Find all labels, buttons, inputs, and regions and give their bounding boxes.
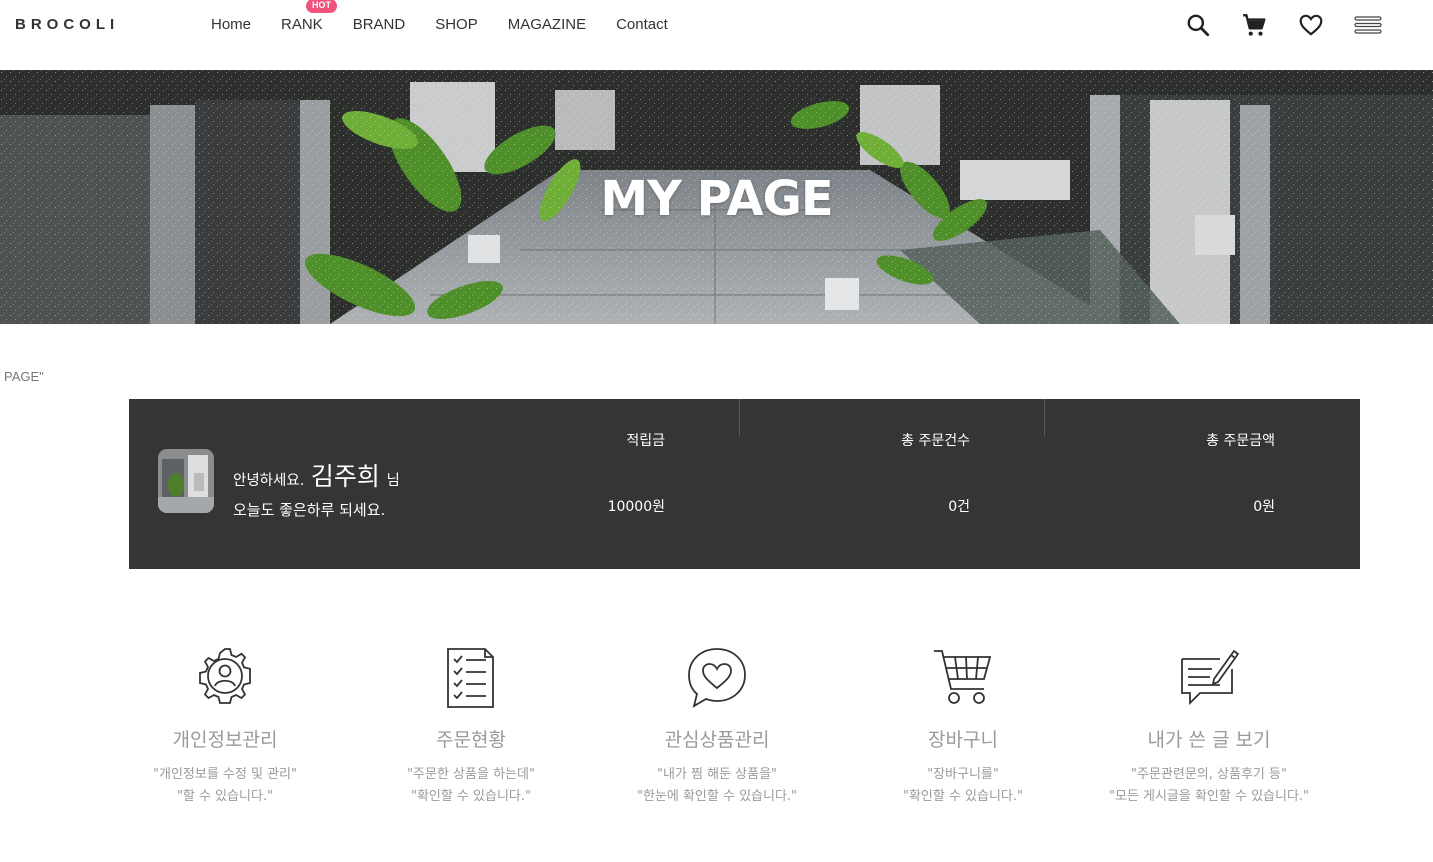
nav-home[interactable]: Home — [211, 16, 251, 33]
menu-cart[interactable]: 장바구니 "장바구니를" "확인할 수 있습니다." — [838, 645, 1088, 808]
nav-magazine[interactable]: MAGAZINE — [508, 16, 586, 33]
nav-brand-label[interactable]: BRAND — [353, 16, 406, 33]
order-amount-value: 0원 — [1253, 499, 1275, 515]
stat-divider — [739, 399, 740, 436]
member-summary: 안녕하세요. 김주희 님 오늘도 좋은하루 되세요. 적립금 10000원 총 … — [129, 399, 1360, 569]
greeting: 안녕하세요. 김주희 님 — [233, 457, 400, 493]
menu-desc-line2: "한눈에 확인할 수 있습니다." — [636, 789, 798, 804]
nav-brand[interactable]: BRAND — [353, 16, 406, 33]
menu-title[interactable]: 개인정보관리 — [100, 725, 350, 752]
menu-desc-line2: "확인할 수 있습니다." — [902, 789, 1024, 804]
site-logo[interactable]: BROCOLI — [15, 16, 119, 33]
avatar — [158, 449, 214, 513]
main-nav: Home HOT RANK BRAND SHOP MAGAZINE Contac… — [211, 0, 668, 33]
search-icon[interactable] — [1185, 12, 1211, 38]
hero-title: MY PAGE — [600, 171, 833, 227]
nav-contact-label[interactable]: Contact — [616, 16, 668, 33]
points-label: 적립금 — [626, 433, 665, 449]
menu-desc-line2: "할 수 있습니다." — [176, 789, 274, 804]
menu-desc-line1: "주문한 상품을 하는데" — [407, 767, 535, 782]
nav-magazine-label[interactable]: MAGAZINE — [508, 16, 586, 33]
greeting-prefix: 안녕하세요. — [233, 473, 305, 489]
menu-desc-line1: "내가 찜 해둔 상품을" — [656, 767, 778, 782]
breadcrumb: Y PAGE" — [0, 369, 44, 384]
menu-profile[interactable]: 개인정보관리 "개인정보를 수정 및 관리" "할 수 있습니다." — [100, 645, 350, 808]
menu-desc: "개인정보를 수정 및 관리" "할 수 있습니다." — [100, 764, 350, 808]
menu-orders[interactable]: 주문현황 "주문한 상품을 하는데" "확인할 수 있습니다." — [346, 645, 596, 808]
points-value: 10000원 — [607, 499, 665, 515]
menu-title[interactable]: 관심상품관리 — [592, 725, 842, 752]
menu-title[interactable]: 장바구니 — [838, 725, 1088, 752]
cart-icon[interactable] — [1241, 12, 1267, 38]
heart-chat-icon[interactable] — [684, 645, 750, 711]
greeting-suffix: 님 — [386, 473, 400, 489]
shopping-cart-icon[interactable] — [930, 645, 996, 711]
menu-title[interactable]: 내가 쓴 글 보기 — [1084, 725, 1334, 752]
nav-contact[interactable]: Contact — [616, 16, 668, 33]
menu-desc-line1: "개인정보를 수정 및 관리" — [153, 767, 297, 782]
menu-desc-line1: "주문관련문의, 상품후기 등" — [1131, 767, 1287, 782]
order-checklist-icon[interactable] — [438, 645, 504, 711]
avatar-image — [158, 449, 214, 513]
nav-shop-label[interactable]: SHOP — [435, 16, 478, 33]
hero-banner: MY PAGE — [0, 70, 1433, 324]
nav-rank-label[interactable]: RANK — [281, 16, 323, 33]
hot-badge: HOT — [306, 0, 338, 13]
order-amount-label: 총 주문금액 — [1206, 433, 1275, 449]
greeting-line2: 오늘도 좋은하루 되세요. — [233, 501, 386, 519]
menu-desc-line1: "장바구니를" — [927, 767, 999, 782]
menu-desc-line2: "모든 게시글을 확인할 수 있습니다." — [1108, 789, 1310, 804]
nav-rank[interactable]: HOT RANK — [281, 0, 338, 33]
nav-shop[interactable]: SHOP — [435, 16, 478, 33]
header-icons — [1183, 12, 1433, 38]
menu-desc: "주문관련문의, 상품후기 등" "모든 게시글을 확인할 수 있습니다." — [1084, 764, 1334, 808]
menu-title[interactable]: 주문현황 — [346, 725, 596, 752]
write-post-icon[interactable] — [1176, 645, 1242, 711]
menu-desc: "내가 찜 해둔 상품을" "한눈에 확인할 수 있습니다." — [592, 764, 842, 808]
user-name: 김주희 — [310, 462, 380, 491]
menu-icon[interactable] — [1354, 12, 1382, 38]
heart-icon[interactable] — [1298, 12, 1324, 38]
menu-desc-line2: "확인할 수 있습니다." — [410, 789, 532, 804]
menu-wishlist[interactable]: 관심상품관리 "내가 찜 해둔 상품을" "한눈에 확인할 수 있습니다." — [592, 645, 842, 808]
menu-desc: "주문한 상품을 하는데" "확인할 수 있습니다." — [346, 764, 596, 808]
nav-home-label[interactable]: Home — [211, 16, 251, 33]
order-count-label: 총 주문건수 — [901, 433, 970, 449]
site-header: BROCOLI Home HOT RANK BRAND SHOP MAGAZIN… — [0, 0, 1433, 70]
stat-divider — [1044, 399, 1045, 436]
menu-my-posts[interactable]: 내가 쓴 글 보기 "주문관련문의, 상품후기 등" "모든 게시글을 확인할 … — [1084, 645, 1334, 808]
profile-gear-icon[interactable] — [192, 645, 258, 711]
order-count-value: 0건 — [948, 499, 970, 515]
menu-desc: "장바구니를" "확인할 수 있습니다." — [838, 764, 1088, 808]
